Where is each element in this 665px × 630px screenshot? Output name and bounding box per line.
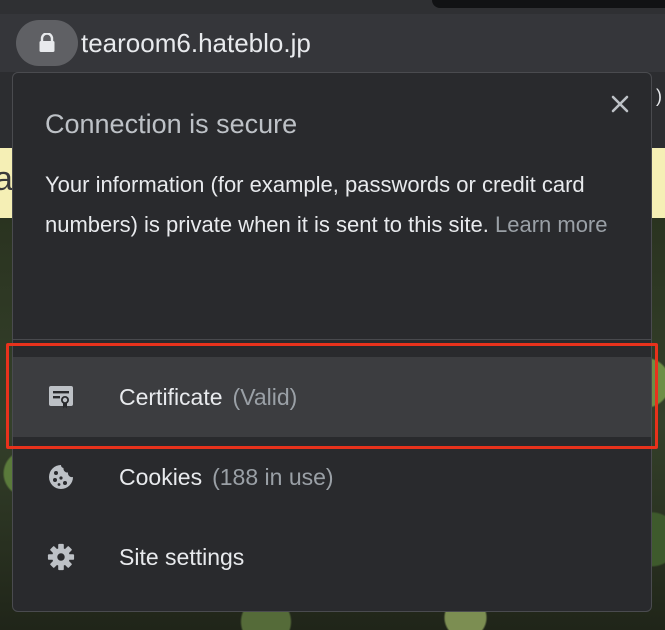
certificate-icon — [47, 383, 75, 411]
cookie-icon — [47, 463, 75, 491]
site-settings-item[interactable]: Site settings — [13, 517, 651, 597]
popup-title: Connection is secure — [45, 109, 298, 139]
cookies-item[interactable]: Cookies (188 in use) — [13, 437, 651, 517]
popup-description: Your information (for example, passwords… — [45, 165, 625, 245]
cookies-label: Cookies — [119, 463, 203, 490]
tab-edge — [432, 0, 665, 8]
cookies-count: (188 in use) — [212, 463, 334, 490]
gear-icon — [47, 543, 75, 571]
page-banner-text: a — [0, 160, 13, 198]
close-button[interactable] — [605, 89, 635, 119]
learn-more-link[interactable]: Learn more — [495, 212, 608, 237]
page-edge-text: ) — [656, 86, 662, 106]
site-info-button[interactable] — [16, 20, 78, 66]
site-info-popup: Connection is secure Your information (f… — [12, 72, 652, 612]
certificate-label: Certificate — [119, 383, 223, 410]
close-icon — [611, 95, 629, 113]
lock-icon — [39, 33, 55, 52]
site-settings-label: Site settings — [119, 543, 245, 570]
divider — [13, 339, 651, 340]
certificate-status: (Valid) — [232, 383, 298, 410]
address-bar-url[interactable]: tearoom6.hateblo.jp — [81, 27, 311, 59]
certificate-item[interactable]: Certificate (Valid) — [13, 357, 651, 437]
